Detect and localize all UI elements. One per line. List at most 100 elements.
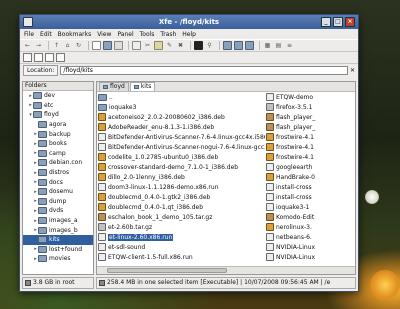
file-item[interactable]: NVIDIA-Linux	[265, 252, 355, 262]
detailed-list-icon[interactable]: ≡	[285, 41, 294, 50]
tree-item[interactable]: ▸ dosemu	[23, 187, 93, 197]
tree-item[interactable]: ▾ floyd	[23, 110, 93, 120]
tree-item[interactable]: agora	[23, 120, 93, 130]
file-item[interactable]: ETQW-demo	[265, 92, 355, 102]
file-item[interactable]: HandBrake-0	[265, 172, 355, 182]
tree-item[interactable]: ▸ camp	[23, 149, 93, 159]
scrollbar-thumb[interactable]	[107, 268, 227, 273]
tree-item[interactable]: ▸ dev	[23, 91, 93, 101]
big-icons-icon[interactable]: ▦	[263, 41, 272, 50]
menu-view[interactable]: View	[97, 31, 111, 38]
window-menu-icon[interactable]	[23, 17, 33, 27]
tree-item[interactable]: ▸ dvds	[23, 206, 93, 216]
tree-item[interactable]: ▸ backup	[23, 129, 93, 139]
tree-two-panels-icon[interactable]	[56, 53, 65, 62]
small-icons-icon[interactable]: ▤	[274, 41, 283, 50]
menu-tools[interactable]: Tools	[140, 31, 155, 38]
tab-kits[interactable]: kits	[129, 82, 156, 91]
file-item[interactable]: dillo_2.0-1lenny_i386.deb	[97, 172, 265, 182]
file-item[interactable]: ioquake3	[97, 102, 265, 112]
file-name: ioquake3-1	[276, 203, 310, 211]
file-item[interactable]: Komodo-Edit	[265, 212, 355, 222]
file-item[interactable]: BitDefender-Antivirus-Scanner-nogui-7.6-…	[97, 142, 265, 152]
tree-item-label: books	[49, 140, 67, 148]
paste-icon[interactable]	[154, 41, 163, 50]
trash-icon[interactable]: ✖	[176, 41, 185, 50]
tree-item[interactable]: ▸ movies	[23, 254, 93, 264]
properties-icon[interactable]	[114, 41, 123, 50]
tree-item[interactable]: ▸ images_a	[23, 216, 93, 226]
maximize-icon[interactable]: □	[333, 17, 343, 27]
forward-icon[interactable]: →	[34, 41, 43, 50]
tree-item[interactable]: ▸ debian.con	[23, 158, 93, 168]
folders-header[interactable]: Folders	[23, 82, 93, 91]
home-icon[interactable]: ⌂	[63, 41, 72, 50]
menu-bookmarks[interactable]: Bookmarks	[58, 31, 92, 38]
file-item[interactable]: ETQW-client-1.5-full.x86.run	[97, 252, 265, 262]
title-bar[interactable]: Xfe - /floyd/kits _ □ ×	[20, 15, 358, 29]
folder-view-icon-2[interactable]	[234, 41, 243, 50]
folder-view-icon-3[interactable]	[245, 41, 254, 50]
refresh-icon[interactable]: ↻	[74, 41, 83, 50]
file-item[interactable]: codelite_1.0.2785-ubuntu0_i386.deb	[97, 152, 265, 162]
new-folder-icon[interactable]	[103, 41, 112, 50]
file-item[interactable]: frostwire-4.1	[265, 132, 355, 142]
terminal-icon[interactable]	[194, 41, 203, 50]
file-item[interactable]: nerolinux-3.	[265, 222, 355, 232]
file-item[interactable]: doublecmd_0.4.0-1.gtk2_i386.deb	[97, 192, 265, 202]
menu-trash[interactable]: Trash	[160, 31, 176, 38]
new-file-icon[interactable]	[92, 41, 101, 50]
file-item[interactable]: googleearth	[265, 162, 355, 172]
file-item[interactable]: flash_player_	[265, 122, 355, 132]
file-item[interactable]: doom3-linux-1.1.1286-demo.x86.run	[97, 182, 265, 192]
minimize-icon[interactable]: _	[321, 17, 331, 27]
file-item[interactable]: install-cross	[265, 192, 355, 202]
file-item[interactable]: netbeans-6.	[265, 232, 355, 242]
one-panel-icon[interactable]	[23, 53, 32, 62]
cut-icon[interactable]: ✂	[143, 41, 152, 50]
file-item[interactable]: firefox-3.5.1	[265, 102, 355, 112]
file-item[interactable]: BitDefender-Antivirus-Scanner-7.6-4.linu…	[97, 132, 265, 142]
file-item[interactable]: et-sdl-sound	[97, 242, 265, 252]
file-item[interactable]: doublecmd_0.4.0-1.qt_i386.deb	[97, 202, 265, 212]
file-item[interactable]: et-2.60b.tar.gz	[97, 222, 265, 232]
tab-floyd[interactable]: floyd	[99, 82, 129, 91]
copy-icon[interactable]	[132, 41, 141, 50]
clear-location-icon[interactable]: ✕	[350, 67, 355, 74]
tree-item[interactable]: kits	[23, 234, 93, 245]
tree-item[interactable]: ▸ images_b	[23, 225, 93, 235]
file-item[interactable]: et-linux-2.60.x86.run	[97, 232, 265, 242]
two-panels-icon[interactable]	[45, 53, 54, 62]
tree-item[interactable]: ▸ distros	[23, 168, 93, 178]
location-input[interactable]	[60, 66, 348, 75]
back-icon[interactable]: ←	[23, 41, 32, 50]
up-icon[interactable]: ↑	[52, 41, 61, 50]
file-item[interactable]: eschalon_book_1_demo_105.tar.gz	[97, 212, 265, 222]
close-icon[interactable]: ×	[345, 17, 355, 27]
tree-item[interactable]: ▸ lost+found	[23, 245, 93, 255]
menu-panel[interactable]: Panel	[117, 31, 133, 38]
tree-item[interactable]: ▸ books	[23, 139, 93, 149]
file-item[interactable]: NVIDIA-Linux	[265, 242, 355, 252]
tree-item[interactable]: ▸ etc	[23, 101, 93, 111]
menu-file[interactable]: File	[24, 31, 34, 38]
file-item[interactable]: ioquake3-1	[265, 202, 355, 212]
tree-item[interactable]: ▸ docs	[23, 177, 93, 187]
file-item[interactable]: AdobeReader_enu-8.1.3-1.i386.deb	[97, 122, 265, 132]
tree-item[interactable]: ▸ dump	[23, 197, 93, 207]
menu-help[interactable]: Help	[182, 31, 196, 38]
menu-edit[interactable]: Edit	[40, 31, 52, 38]
horizontal-scrollbar[interactable]	[97, 266, 355, 274]
tree-panel-icon[interactable]	[34, 53, 43, 62]
file-item[interactable]: install-cross	[265, 182, 355, 192]
rename-icon[interactable]: ✎	[165, 41, 174, 50]
file-item[interactable]: frostwire-4.1	[265, 142, 355, 152]
file-item[interactable]: flash_player_	[265, 112, 355, 122]
file-item[interactable]: frostwire-4.1	[265, 152, 355, 162]
file-item[interactable]: ..	[97, 92, 265, 102]
file-item[interactable]: crossover-standard-demo_7.1.0-1_i386.deb	[97, 162, 265, 172]
folder-view-icon[interactable]	[223, 41, 232, 50]
search-icon[interactable]: ⚲	[205, 41, 214, 50]
folder-tree-panel: Folders ▸ dev ▸ etc ▾ floyd agora ▸ backup ▸ books…	[22, 81, 94, 275]
file-item[interactable]: acetoneiso2_2.0.2-20080602_i386.deb	[97, 112, 265, 122]
